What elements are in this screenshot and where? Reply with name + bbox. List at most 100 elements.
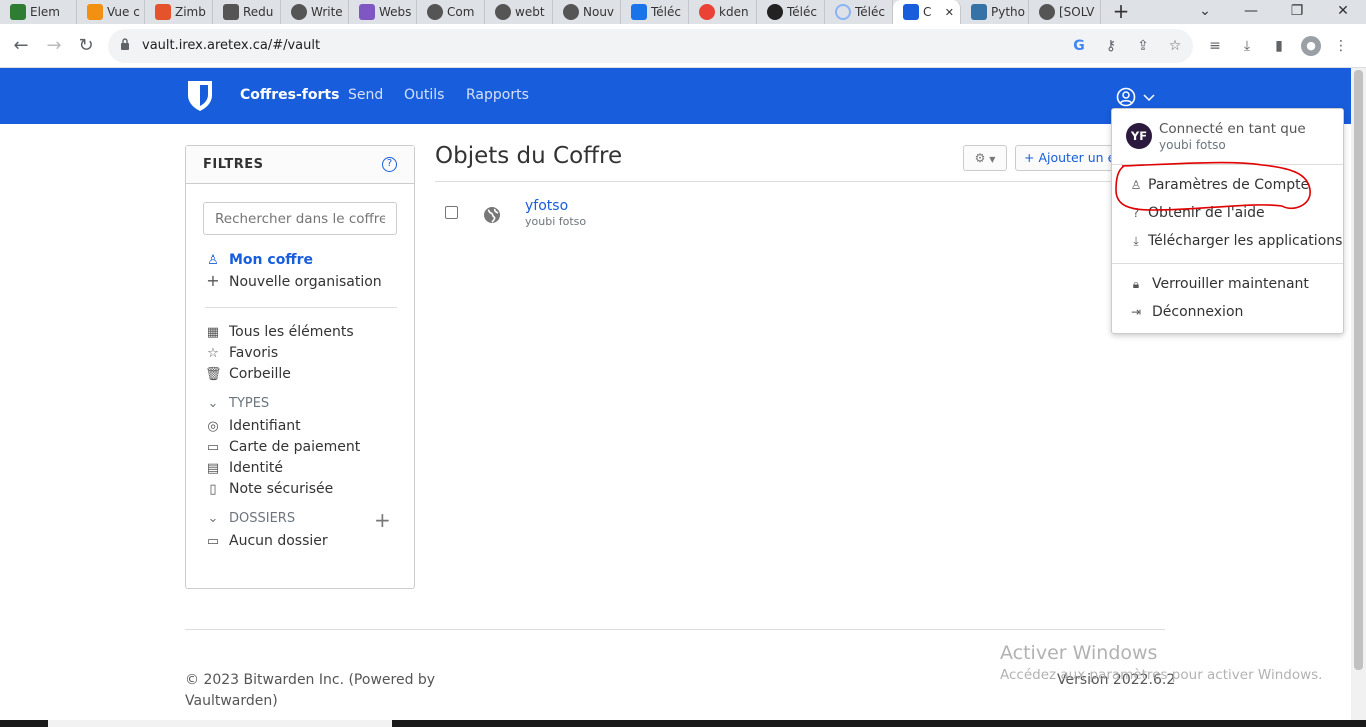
reading-list-icon[interactable]: ≡ <box>1205 36 1225 56</box>
menu-item-label: Obtenir de l'aide <box>1148 205 1265 221</box>
browser-tab[interactable]: Téléc <box>825 0 893 24</box>
item-checkbox[interactable] <box>445 206 458 219</box>
watermark-title: Activer Windows <box>1000 642 1158 664</box>
item-name-link[interactable]: yfotso <box>525 198 568 214</box>
browser-tab[interactable]: webt <box>485 0 553 24</box>
filter-all-items[interactable]: ▦ Tous les éléments <box>205 322 354 342</box>
filter-label: Identifiant <box>229 418 301 434</box>
filter-label: Favoris <box>229 345 279 361</box>
tab-title: Zimb <box>175 5 206 19</box>
folders-section-toggle[interactable]: ⌄ DOSSIERS <box>205 509 296 529</box>
bookmark-star-icon[interactable]: ☆ <box>1165 36 1185 56</box>
browser-menu-icon[interactable]: ⋮ <box>1331 36 1351 56</box>
filter-no-folder[interactable]: ▭ Aucun dossier <box>205 531 328 551</box>
download-apps-item[interactable]: ⤓ Télécharger les applications <box>1128 231 1342 251</box>
url-text[interactable]: vault.irex.aretex.ca/#/vault <box>142 38 320 53</box>
browser-tab-active[interactable]: C ✕ <box>893 0 961 24</box>
page-scrollbar[interactable] <box>1351 68 1366 720</box>
browser-tab[interactable]: Com <box>417 0 485 24</box>
lock-icon[interactable] <box>120 38 130 51</box>
browser-tab[interactable]: Write <box>281 0 349 24</box>
browser-tab[interactable]: Zimb <box>145 0 213 24</box>
tab-favicon-icon <box>87 4 103 20</box>
python-favicon-icon <box>971 4 987 20</box>
back-button[interactable]: ← <box>9 34 33 58</box>
tab-favicon-icon <box>291 4 307 20</box>
browser-tab[interactable]: [SOLV <box>1029 0 1101 24</box>
add-item-button[interactable]: + Ajouter un élément <box>1015 145 1115 171</box>
new-tab-button[interactable]: + <box>1109 0 1133 24</box>
tab-favicon-icon <box>563 4 579 20</box>
footer-copyright: © 2023 Bitwarden Inc. (Powered by Vaultw… <box>185 672 436 709</box>
filter-type-card[interactable]: ▭ Carte de paiement <box>205 437 360 457</box>
add-folder-plus-icon[interactable]: + <box>374 508 391 532</box>
nav-vaults[interactable]: Coffres-forts <box>240 87 339 103</box>
account-settings-item[interactable]: ♙ Paramètres de Compte <box>1128 175 1310 195</box>
account-menu-button[interactable] <box>1116 87 1160 107</box>
section-label: DOSSIERS <box>229 511 296 526</box>
browser-tab[interactable]: Pytho <box>961 0 1029 24</box>
tab-title: C <box>923 5 932 19</box>
filter-trash[interactable]: 🗑︎ Corbeille <box>205 364 291 384</box>
browser-tab[interactable]: Elem <box>0 0 77 24</box>
address-bar[interactable]: vault.irex.aretex.ca/#/vault <box>108 29 1193 63</box>
restore-button[interactable]: ❐ <box>1274 0 1320 24</box>
tab-search-button[interactable]: ⌄ <box>1182 0 1228 24</box>
filter-new-organization[interactable]: + Nouvelle organisation <box>205 271 381 291</box>
minimize-button[interactable]: — <box>1228 0 1274 24</box>
tab-title: Com <box>447 5 475 19</box>
key-icon[interactable]: ⚷ <box>1101 36 1121 56</box>
globe-icon: ◎ <box>207 419 219 434</box>
filter-type-secure-note[interactable]: ▯ Note sécurisée <box>205 479 333 499</box>
side-panel-icon[interactable]: ▮ <box>1269 36 1289 56</box>
reload-button[interactable]: ↻ <box>74 34 98 58</box>
help-icon[interactable]: ? <box>382 157 397 172</box>
bitwarden-logo-icon[interactable] <box>186 80 214 112</box>
vault-options-button[interactable]: ⚙ ▼ <box>963 145 1007 171</box>
folder-icon: ▭ <box>206 534 220 549</box>
page-title: Objets du Coffre <box>435 143 623 169</box>
filter-type-login[interactable]: ◎ Identifiant <box>205 416 301 436</box>
google-translate-icon[interactable]: G <box>1069 36 1089 56</box>
filter-my-vault[interactable]: ♙ Mon coffre <box>205 250 313 270</box>
profile-avatar-icon[interactable]: ● <box>1301 36 1321 56</box>
tab-favicon-icon <box>223 4 239 20</box>
browser-tab[interactable]: Nouv <box>553 0 621 24</box>
types-section-toggle[interactable]: ⌄ TYPES <box>205 394 270 414</box>
vault-search-input[interactable] <box>203 202 397 235</box>
grid-icon: ▦ <box>206 325 220 340</box>
browser-tab[interactable]: kden <box>689 0 757 24</box>
nav-send[interactable]: Send <box>348 87 383 103</box>
tab-title: webt <box>515 5 545 19</box>
browser-tab[interactable]: Webs <box>349 0 417 24</box>
nav-tools[interactable]: Outils <box>404 87 444 103</box>
user-icon: ♙ <box>1130 178 1142 192</box>
menu-item-label: Déconnexion <box>1152 304 1244 320</box>
filter-favorites[interactable]: ☆ Favoris <box>205 343 278 363</box>
scrollbar-thumb[interactable] <box>1354 70 1363 670</box>
tab-title: Pytho <box>991 5 1025 19</box>
filter-label: Identité <box>229 460 283 476</box>
browser-tab[interactable]: Téléc <box>621 0 689 24</box>
divider <box>1112 164 1343 165</box>
close-window-button[interactable]: ✕ <box>1320 0 1366 24</box>
tab-title: kden <box>719 5 749 19</box>
star-icon: ☆ <box>207 346 219 361</box>
windows-activation-watermark: Activer Windows Accédez aux paramètres p… <box>1000 642 1322 683</box>
share-icon[interactable]: ⇪ <box>1133 36 1153 56</box>
lock-now-item[interactable]: 🔒︎ Verrouiller maintenant <box>1128 274 1309 294</box>
tab-title: Téléc <box>651 5 681 19</box>
globe-icon <box>484 207 500 223</box>
forward-button[interactable]: → <box>42 34 66 58</box>
tab-close-icon[interactable]: ✕ <box>945 6 954 19</box>
browser-tab[interactable]: Redu <box>213 0 281 24</box>
browser-tab[interactable]: Vue c <box>77 0 145 24</box>
nav-reports[interactable]: Rapports <box>466 87 529 103</box>
browser-tab[interactable]: Téléc <box>757 0 825 24</box>
downloads-icon[interactable]: ⤓ <box>1237 36 1257 56</box>
get-help-item[interactable]: ? Obtenir de l'aide <box>1128 203 1265 223</box>
filter-type-identity[interactable]: ▤ Identité <box>205 458 283 478</box>
taskbar-search[interactable] <box>48 720 392 727</box>
logout-item[interactable]: ⇥ Déconnexion <box>1128 302 1243 322</box>
tab-title: Téléc <box>855 5 885 19</box>
